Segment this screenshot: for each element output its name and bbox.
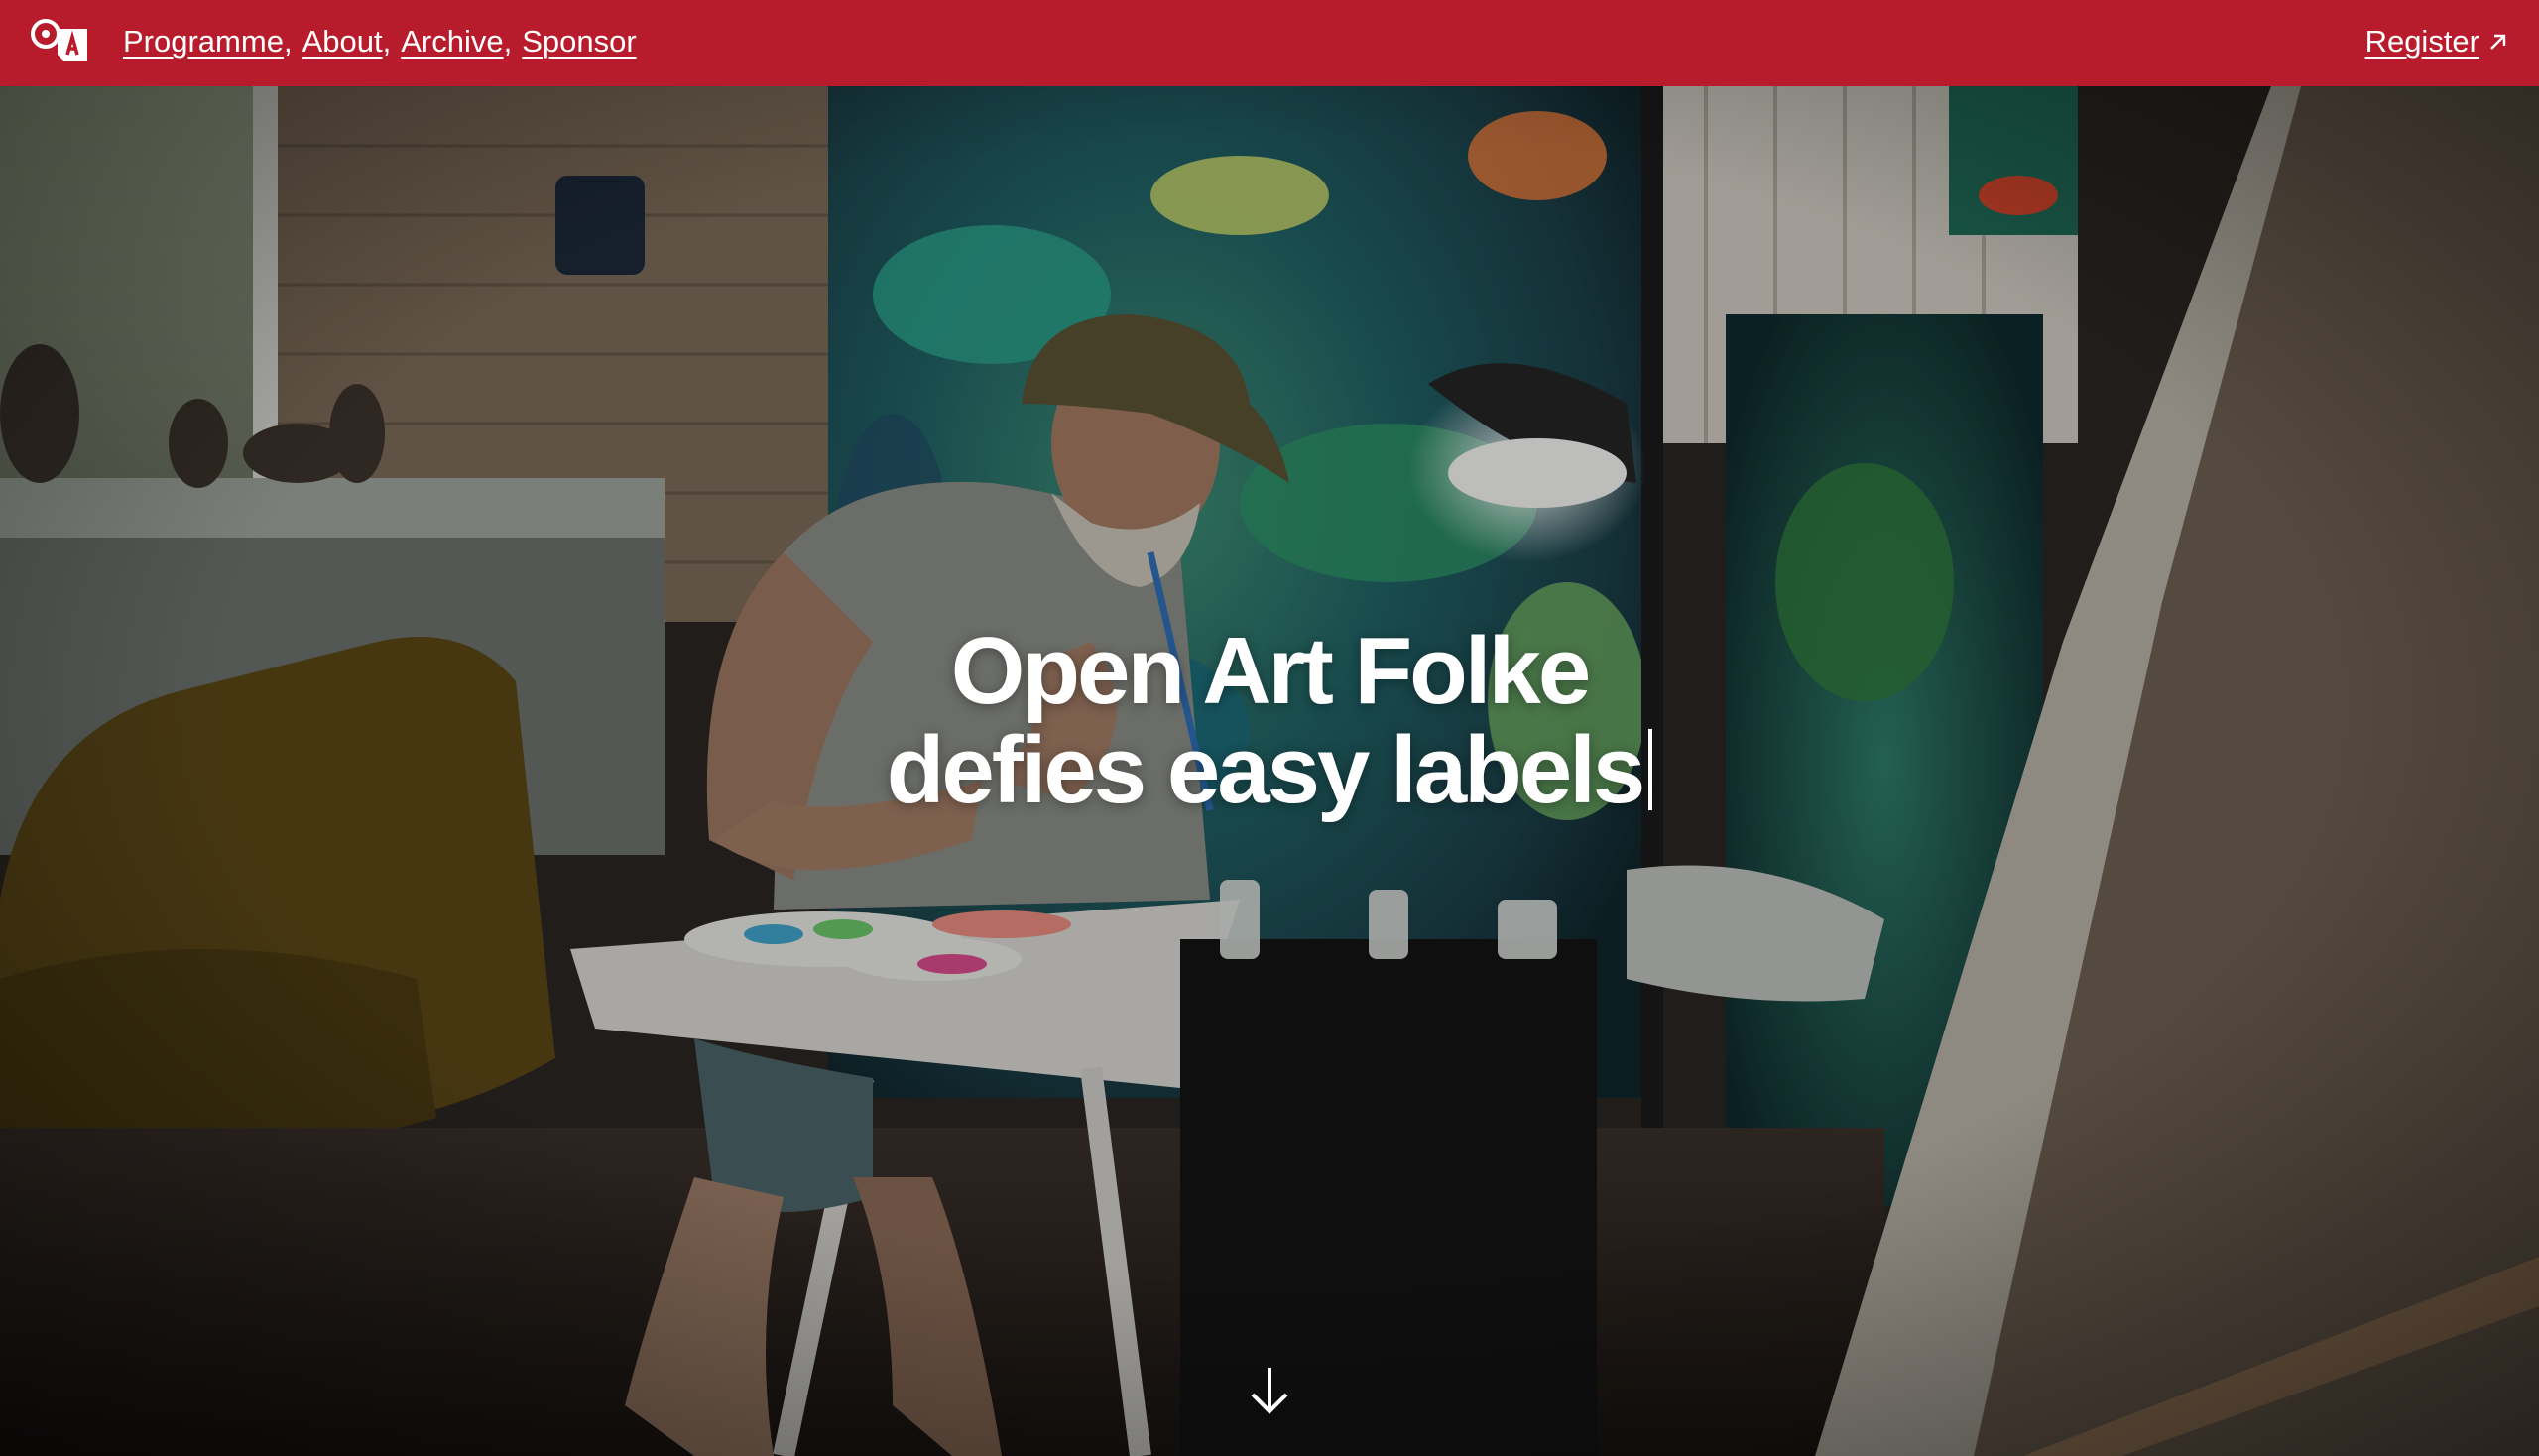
nav-separator: , — [382, 24, 392, 59]
text-cursor — [1648, 729, 1653, 810]
site-header: Programme , About , Archive , Sponsor Re… — [0, 0, 2539, 86]
register-label: Register — [2364, 24, 2479, 59]
main-nav: Programme , About , Archive , Sponsor — [123, 20, 637, 63]
open-art-logo-icon[interactable] — [30, 17, 91, 64]
nav-link-sponsor[interactable]: Sponsor — [522, 24, 636, 60]
hero-section: Open Art Folke defies easy labels — [0, 86, 2539, 1456]
headline-line-2-wrap: defies easy labels — [0, 721, 2539, 820]
hero-headline: Open Art Folke defies easy labels — [0, 622, 2539, 820]
arrow-up-right-icon — [2490, 34, 2506, 50]
arrow-down-icon[interactable] — [1247, 1364, 1292, 1419]
nav-link-programme[interactable]: Programme — [123, 24, 284, 60]
register-link[interactable]: Register — [2365, 20, 2509, 63]
nav-link-about[interactable]: About — [302, 24, 383, 60]
headline-line-2: defies easy labels — [886, 717, 1646, 823]
nav-link-archive[interactable]: Archive — [401, 24, 503, 60]
nav-separator: , — [503, 24, 513, 59]
headline-line-1: Open Art Folke — [950, 618, 1592, 724]
nav-separator: , — [283, 24, 293, 59]
